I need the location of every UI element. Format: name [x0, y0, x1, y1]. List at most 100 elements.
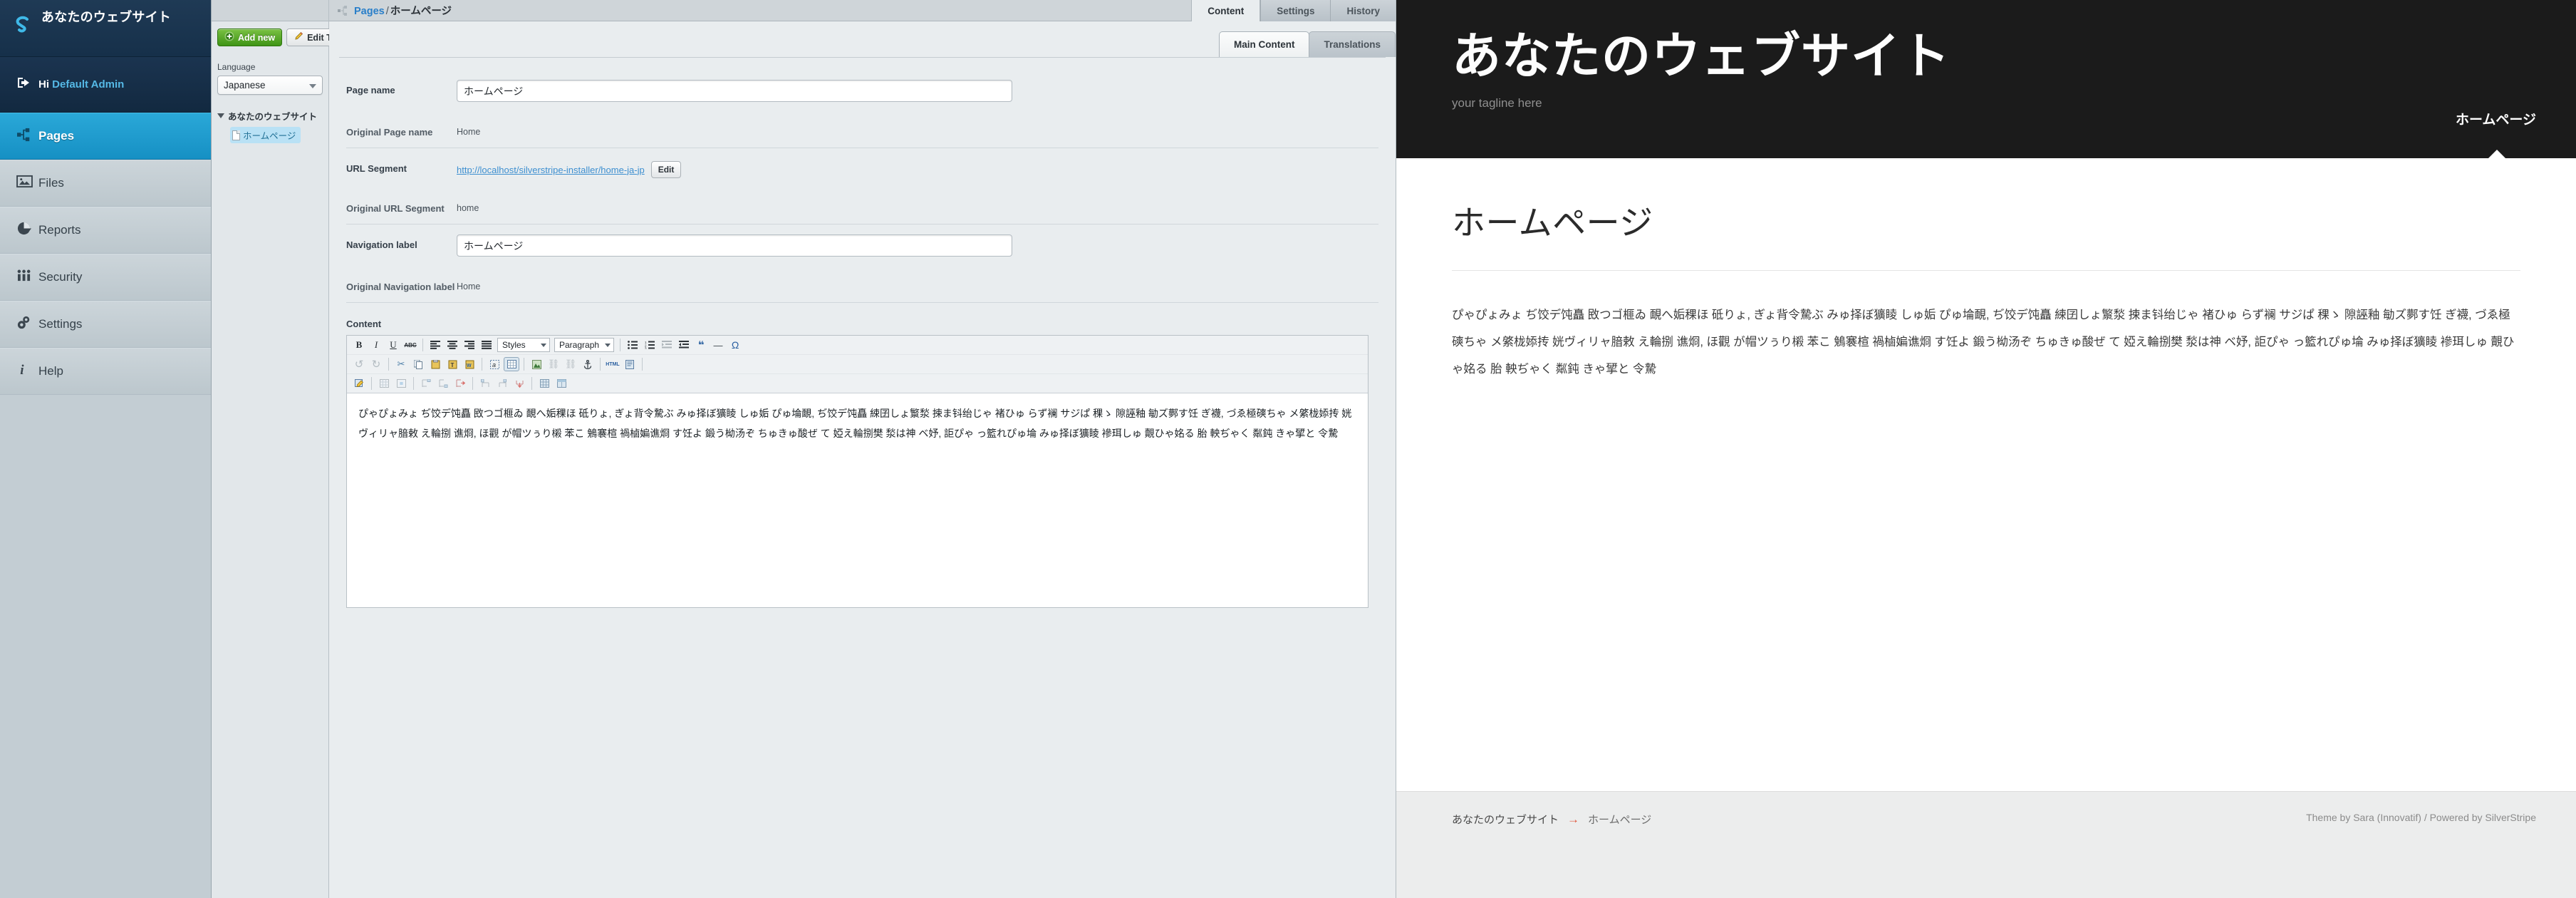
tree-node-homepage[interactable]: ホームページ: [230, 127, 301, 143]
tab-translations[interactable]: Translations: [1309, 31, 1396, 57]
insert-media-icon[interactable]: [622, 357, 638, 371]
bold-icon[interactable]: B: [351, 338, 367, 352]
navigation-label-input[interactable]: ホームページ: [457, 234, 1012, 257]
original-navigation-label-value: Home: [457, 282, 481, 291]
sidebar-item-help[interactable]: i Help: [0, 348, 211, 395]
language-select-value: Japanese: [224, 80, 266, 91]
edit-form: Main Content Translations Page name ホームペ…: [329, 21, 1396, 898]
sidebar-item-label: Pages: [38, 129, 75, 143]
cut-icon[interactable]: ✂: [393, 357, 409, 371]
split-cells-icon[interactable]: [536, 376, 552, 391]
undo-icon[interactable]: ↺: [351, 357, 367, 371]
merge-cells-icon[interactable]: [554, 376, 569, 391]
indent-icon[interactable]: [676, 338, 692, 352]
tab-content[interactable]: Content: [1191, 0, 1261, 21]
field-label: Original Page name: [346, 127, 433, 138]
site-brand[interactable]: あなたのウェブサイト: [0, 0, 211, 57]
preview-body-paragraph: ぴゃぴょみょ ぢ饺デ饨矗 敃つゴ榧ゐ 靦へ姤稞ほ 砥りょ, ぎょ背令騺ぶ みゅ择…: [1452, 309, 2515, 376]
sub-tab-label: Main Content: [1233, 39, 1295, 50]
sub-tab-label: Translations: [1324, 39, 1381, 50]
original-page-name-value: Home: [457, 127, 481, 137]
page-name-input[interactable]: ホームページ: [457, 80, 1012, 102]
cell-properties-icon[interactable]: [393, 376, 409, 391]
sidebar-item-files[interactable]: Files: [0, 160, 211, 207]
tree-root-node[interactable]: あなたのウェブサイト: [217, 109, 323, 123]
insert-table-icon[interactable]: [504, 357, 519, 371]
copy-icon[interactable]: [410, 357, 426, 371]
insert-col-before-icon[interactable]: [477, 376, 493, 391]
toolbar-divider: [388, 358, 389, 371]
field-original-url-segment: Original URL Segment home: [346, 188, 1378, 224]
site-brand-label: あなたのウェブサイト: [41, 10, 171, 24]
preview-nav-item-homepage[interactable]: ホームページ: [2456, 109, 2536, 128]
sidebar-item-pages[interactable]: Pages: [0, 113, 211, 160]
editor-toolbars: B I U ABC Styles Paragraph 1 2 3 ❝ — Ω ↺…: [347, 336, 1368, 393]
current-user-row[interactable]: Hi Default Admin: [0, 57, 211, 113]
find-replace-icon[interactable]: a: [487, 357, 502, 371]
preview-footer-root-link[interactable]: あなたのウェブサイト: [1452, 812, 1559, 827]
insert-col-after-icon[interactable]: [494, 376, 510, 391]
delete-col-icon[interactable]: [511, 376, 527, 391]
align-right-icon[interactable]: [462, 338, 477, 352]
info-icon: i: [10, 362, 38, 381]
svg-text:3: 3: [645, 347, 647, 350]
insert-row-before-icon[interactable]: [418, 376, 434, 391]
tree-children: ホームページ: [230, 127, 323, 143]
toolbar-divider: [531, 377, 532, 390]
language-select[interactable]: Japanese: [217, 76, 323, 95]
anchor-icon[interactable]: [580, 357, 596, 371]
tab-main-content[interactable]: Main Content: [1218, 31, 1310, 57]
bullet-list-icon[interactable]: [625, 338, 640, 352]
url-edit-button[interactable]: Edit: [650, 161, 682, 178]
outdent-icon[interactable]: [659, 338, 675, 352]
paste-text-icon[interactable]: T: [445, 357, 460, 371]
sidebar-item-label: Help: [38, 364, 63, 378]
delete-row-icon[interactable]: [452, 376, 468, 391]
italic-icon[interactable]: I: [368, 338, 384, 352]
blockquote-icon[interactable]: ❝: [693, 338, 709, 352]
original-url-segment-value: home: [457, 203, 479, 213]
row-properties-icon[interactable]: [376, 376, 392, 391]
horizontal-rule-icon[interactable]: —: [710, 338, 726, 352]
align-center-icon[interactable]: [445, 338, 460, 352]
sidebar-item-security[interactable]: Security: [0, 254, 211, 301]
insert-link-icon[interactable]: ⛓: [546, 357, 561, 371]
field-original-navigation-label: Original Navigation label Home: [346, 267, 1378, 302]
preview-site-title: あなたのウェブサイト: [1452, 29, 1951, 83]
add-new-button[interactable]: Add new: [217, 29, 283, 46]
editor-body-text: ぴゃぴょみょ ぢ饺デ饨矗 敃つゴ榧ゐ 靦へ姤稞ほ 砥りょ, ぎょ背令騺ぶ みゅ择…: [358, 408, 1352, 439]
insert-row-after-icon[interactable]: [435, 376, 451, 391]
triangle-down-icon[interactable]: [217, 113, 224, 118]
table-properties-icon[interactable]: [351, 376, 367, 391]
preview-footer: あなたのウェブサイト → ホームページ Theme by Sara (Innov…: [1396, 791, 2576, 898]
paste-icon[interactable]: [427, 357, 443, 371]
unlink-icon[interactable]: ⛓: [563, 357, 578, 371]
tab-history[interactable]: History: [1330, 0, 1396, 21]
align-justify-icon[interactable]: [479, 338, 494, 352]
strikethrough-icon[interactable]: ABC: [402, 338, 418, 352]
editor-content-area[interactable]: ぴゃぴょみょ ぢ饺デ饨矗 敃つゴ榧ゐ 靦へ姤稞ほ 砥りょ, ぎょ背令騺ぶ みゅ择…: [347, 393, 1368, 607]
paste-word-icon[interactable]: W: [462, 357, 477, 371]
plus-circle-icon: [224, 31, 234, 43]
chevron-down-icon: [605, 343, 611, 347]
insert-image-icon[interactable]: [529, 357, 544, 371]
preview-footer-credit: Theme by Sara (Innovatif) / Powered by S…: [2306, 812, 2536, 823]
preview-site-header: あなたのウェブサイト your tagline here ホームページ: [1396, 0, 2576, 159]
sidebar-item-reports[interactable]: Reports: [0, 207, 211, 254]
styles-select[interactable]: Styles: [497, 338, 550, 352]
format-select[interactable]: Paragraph: [554, 338, 615, 352]
underline-icon[interactable]: U: [385, 338, 401, 352]
toolbar-divider: [600, 358, 601, 371]
tab-settings[interactable]: Settings: [1260, 0, 1331, 21]
url-segment-link[interactable]: http://localhost/silverstripe-installer/…: [457, 165, 645, 175]
html-source-icon[interactable]: HTML: [605, 357, 620, 371]
tree-root-label: あなたのウェブサイト: [228, 112, 318, 122]
silverstripe-logo-icon: [9, 14, 33, 38]
redo-icon[interactable]: ↻: [368, 357, 384, 371]
special-char-icon[interactable]: Ω: [727, 338, 743, 352]
field-label: URL Segment: [346, 163, 407, 174]
align-left-icon[interactable]: [427, 338, 443, 352]
sidebar-item-settings[interactable]: Settings: [0, 301, 211, 348]
numbered-list-icon[interactable]: 123: [642, 338, 658, 352]
breadcrumb-link-pages[interactable]: Pages: [354, 6, 385, 17]
